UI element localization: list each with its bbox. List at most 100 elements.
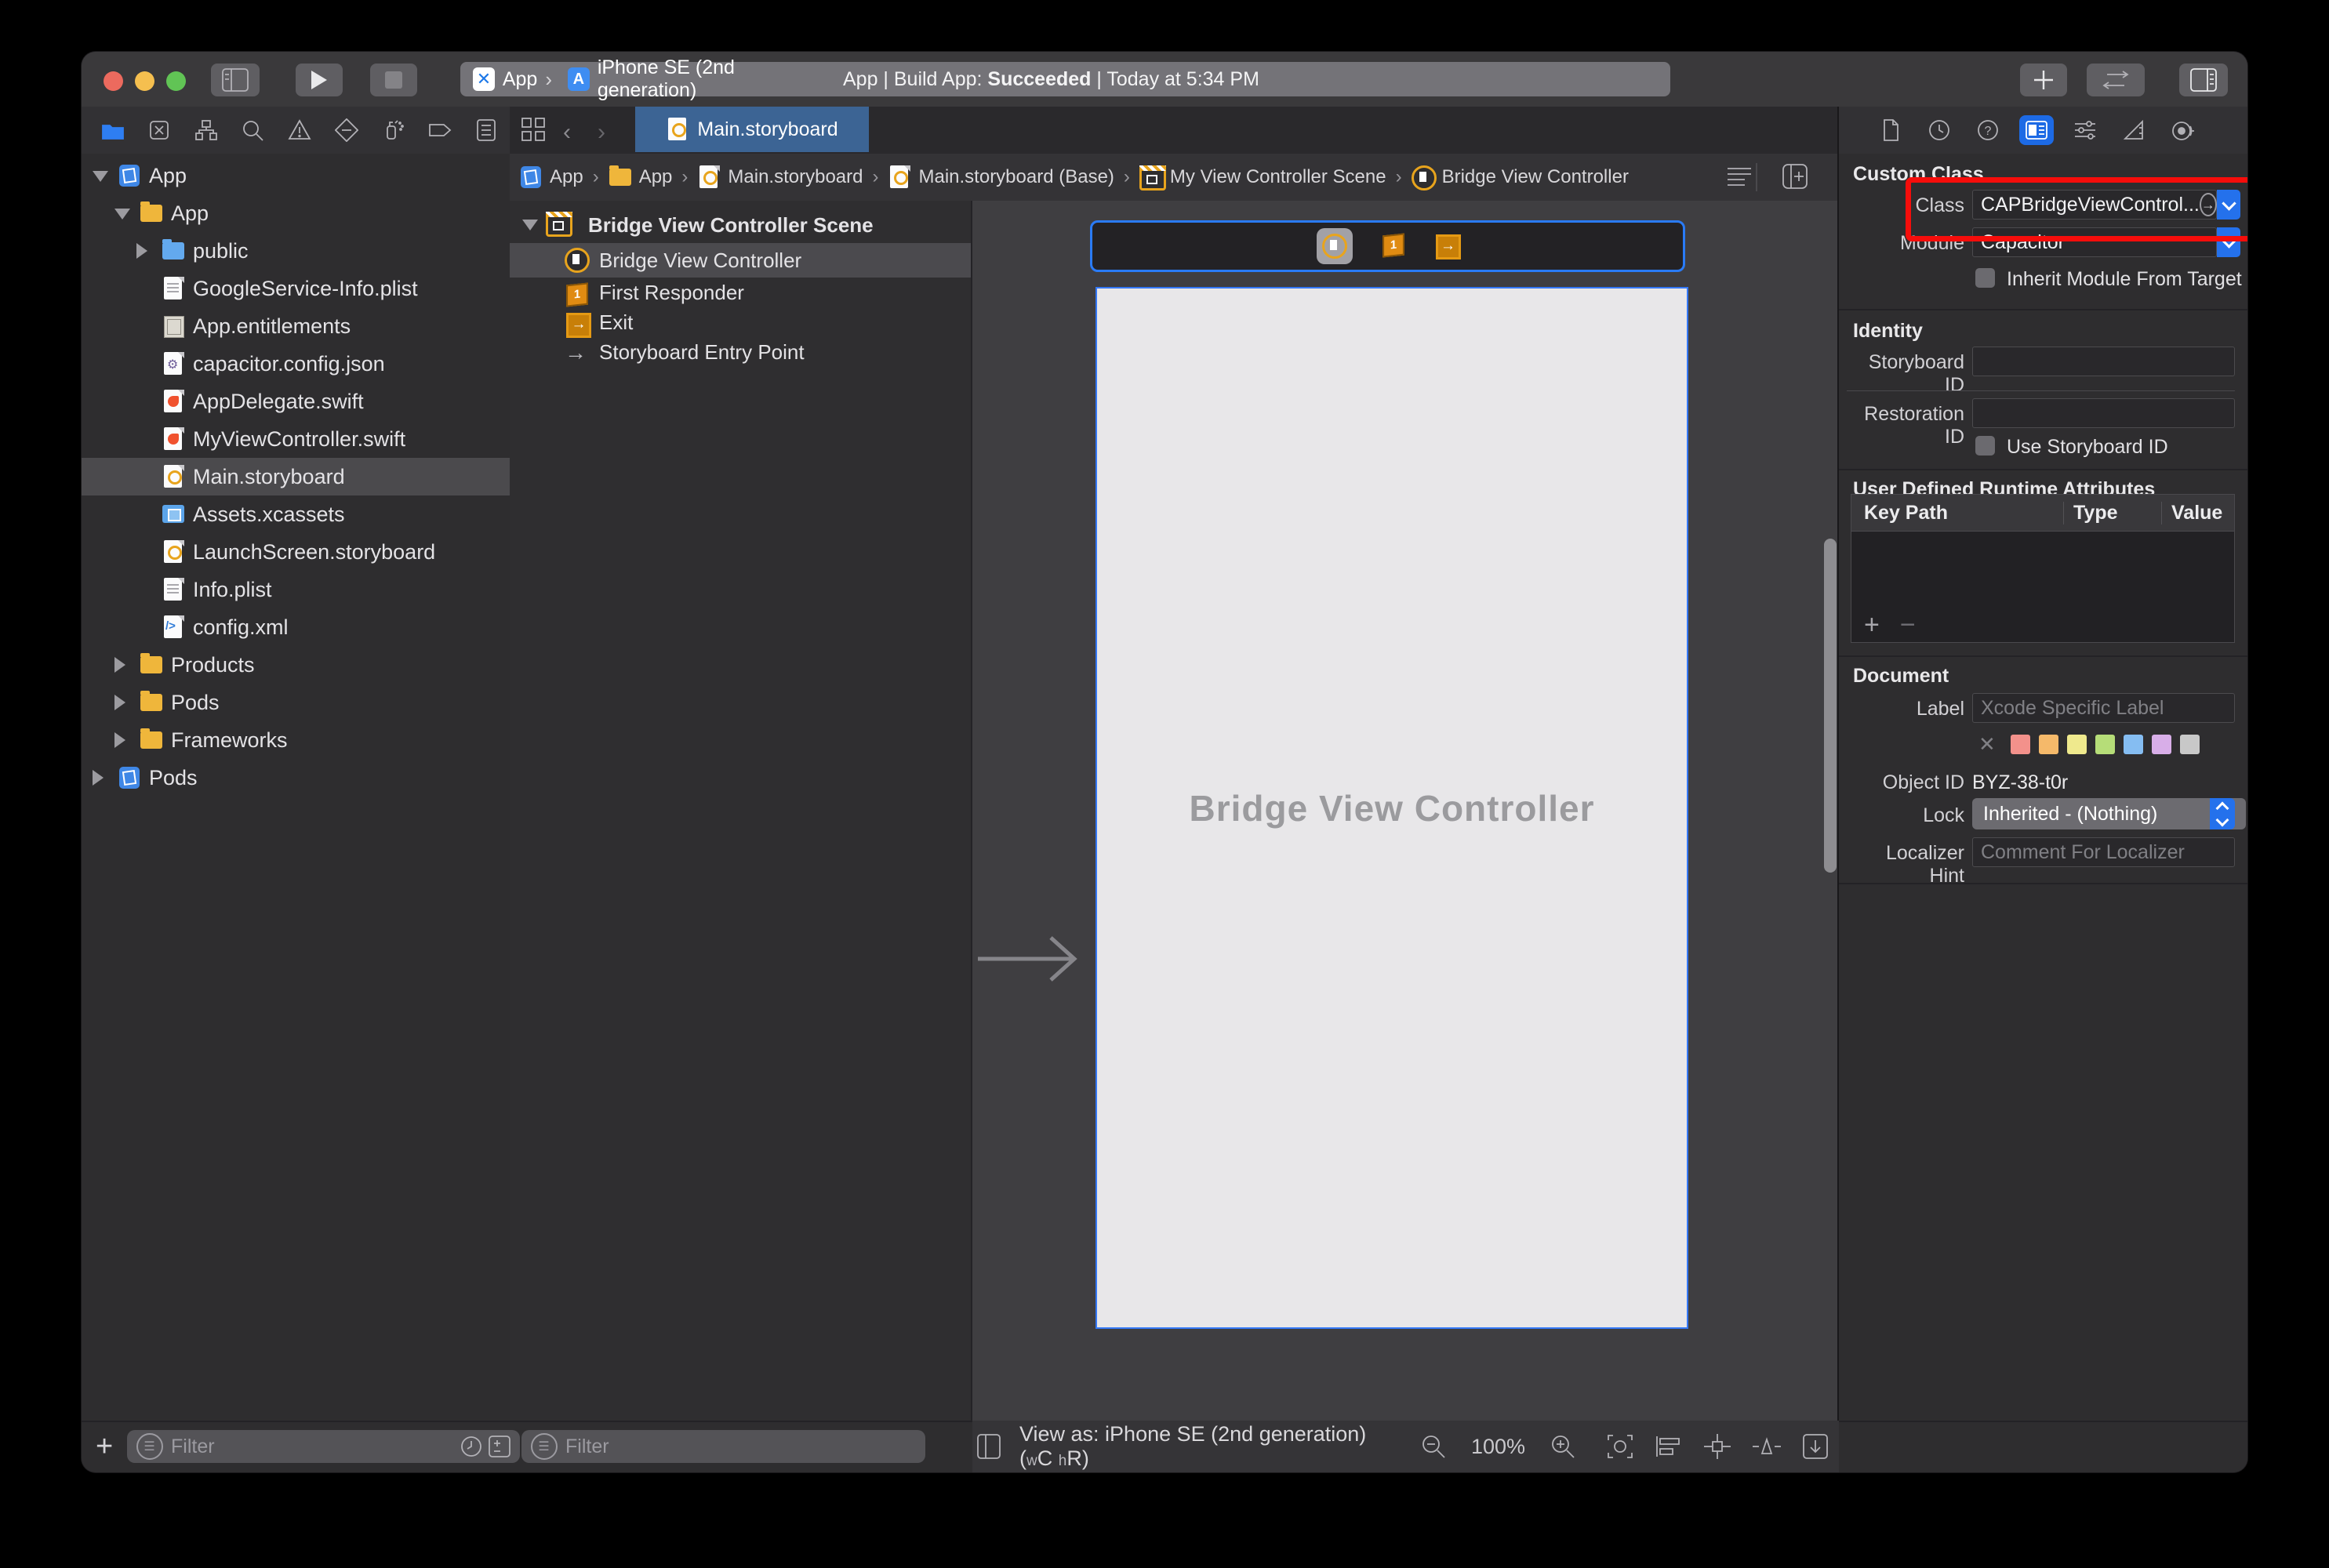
file-row-assets-xcassets[interactable]: Assets.xcassets bbox=[82, 495, 510, 533]
file-row-pods[interactable]: Pods bbox=[82, 684, 510, 721]
navigator-tab-project-navigator[interactable] bbox=[89, 108, 136, 152]
breadcrumb-item-main-storyboard[interactable]: Main.storyboard bbox=[697, 165, 863, 189]
storyboard-entry-point-arrow[interactable] bbox=[974, 931, 1099, 986]
adjust-variants-button[interactable] bbox=[1607, 1434, 1633, 1459]
lock-stepper[interactable] bbox=[2210, 798, 2235, 829]
swatch-none[interactable]: ✕ bbox=[1978, 732, 1996, 757]
navigator-tab-symbol-navigator[interactable] bbox=[183, 108, 230, 152]
dock-view-controller-icon[interactable] bbox=[1317, 228, 1353, 264]
inspector-tab-quick-help-inspector[interactable]: ? bbox=[1971, 108, 2005, 152]
swatch-1[interactable] bbox=[2039, 735, 2058, 754]
use-storyboard-id-checkbox[interactable] bbox=[1975, 436, 1995, 456]
file-row-launchscreen-storyboard[interactable]: LaunchScreen.storyboard bbox=[82, 533, 510, 571]
zoom-in-button[interactable] bbox=[1550, 1434, 1575, 1459]
file-row-googleservice-info-plist[interactable]: GoogleService-Info.plist bbox=[82, 270, 510, 307]
outline-toggle-button[interactable] bbox=[977, 1434, 1001, 1459]
dock-exit-icon[interactable]: → bbox=[1436, 234, 1459, 258]
inspector-tab-history-inspector[interactable] bbox=[1922, 108, 1957, 152]
recent-files-icon[interactable] bbox=[460, 1436, 482, 1457]
swatch-3[interactable] bbox=[2095, 735, 2115, 754]
file-row-app[interactable]: App bbox=[82, 157, 510, 194]
file-row-products[interactable]: Products bbox=[82, 646, 510, 684]
outline-row-storyboard-entry-point[interactable]: →Storyboard Entry Point bbox=[510, 337, 972, 367]
navigator-tab-issue-navigator[interactable] bbox=[276, 108, 323, 152]
swatch-0[interactable] bbox=[2011, 735, 2030, 754]
file-row-app-entitlements[interactable]: App.entitlements bbox=[82, 307, 510, 345]
zoom-out-button[interactable] bbox=[1421, 1434, 1446, 1459]
editor-options-button[interactable] bbox=[1726, 165, 1753, 194]
outline-row-exit[interactable]: →Exit bbox=[510, 307, 972, 337]
back-button[interactable]: ‹ bbox=[563, 119, 571, 146]
zoom-level[interactable]: 100% bbox=[1471, 1435, 1525, 1459]
breadcrumb-item-my-view-controller-scene[interactable]: My View Controller Scene bbox=[1139, 165, 1386, 189]
navigator-tab-test-navigator[interactable] bbox=[323, 108, 370, 152]
breadcrumb-item-app[interactable]: App bbox=[609, 165, 673, 189]
lock-popup[interactable]: Inherited - (Nothing) bbox=[1972, 798, 2246, 829]
inspector-tab-identity-inspector[interactable] bbox=[2019, 108, 2054, 152]
navigator-tab-breakpoint-navigator[interactable] bbox=[416, 108, 463, 152]
restoration-id-field[interactable] bbox=[1972, 398, 2235, 428]
add-file-button[interactable]: + bbox=[96, 1432, 113, 1461]
file-row-info-plist[interactable]: Info.plist bbox=[82, 571, 510, 608]
file-row-public[interactable]: public bbox=[82, 232, 510, 270]
swatch-5[interactable] bbox=[2152, 735, 2171, 754]
scheme-selector[interactable]: ✕ App › A iPhone SE (2nd generation) bbox=[460, 62, 834, 96]
swatch-2[interactable] bbox=[2067, 735, 2087, 754]
embed-button[interactable] bbox=[1803, 1434, 1828, 1459]
disclosure-right-icon[interactable] bbox=[114, 695, 125, 710]
minimize-button[interactable] bbox=[135, 71, 154, 91]
version-editor-button[interactable] bbox=[2087, 64, 2145, 96]
file-row-app[interactable]: App bbox=[82, 194, 510, 232]
swatch-4[interactable] bbox=[2124, 735, 2143, 754]
source-control-filter-icon[interactable] bbox=[489, 1436, 510, 1457]
file-row-pods[interactable]: Pods bbox=[82, 759, 510, 797]
disclosure-right-icon[interactable] bbox=[114, 732, 125, 748]
remove-attribute-button[interactable]: − bbox=[1900, 610, 1916, 641]
outline-filter-field[interactable]: ☰ Filter bbox=[521, 1430, 925, 1463]
file-row-config-xml[interactable]: />config.xml bbox=[82, 608, 510, 646]
navigator-tab-report-navigator[interactable] bbox=[463, 108, 510, 152]
view-as-text[interactable]: View as: iPhone SE (2nd generation) (wC … bbox=[1019, 1422, 1394, 1471]
add-constraints-button[interactable] bbox=[1704, 1434, 1731, 1459]
file-row-appdelegate-swift[interactable]: AppDelegate.swift bbox=[82, 383, 510, 420]
resolve-autolayout-button[interactable] bbox=[1753, 1435, 1781, 1458]
storyboard-id-field[interactable] bbox=[1972, 347, 2235, 376]
close-button[interactable] bbox=[104, 71, 123, 91]
document-label-field[interactable]: Xcode Specific Label bbox=[1972, 693, 2235, 723]
breadcrumb-item-bridge-view-controller[interactable]: Bridge View Controller bbox=[1412, 165, 1629, 189]
inspector-tab-size-inspector[interactable] bbox=[2116, 108, 2151, 152]
disclosure-right-icon[interactable] bbox=[93, 770, 104, 786]
inspector-tab-file-inspector[interactable] bbox=[1873, 108, 1908, 152]
breadcrumb-item-main-storyboard-base-[interactable]: Main.storyboard (Base) bbox=[888, 165, 1114, 189]
forward-button[interactable]: › bbox=[598, 119, 605, 146]
navigator-tab-debug-navigator[interactable] bbox=[369, 108, 416, 152]
disclosure-right-icon[interactable] bbox=[136, 243, 147, 259]
file-row-myviewcontroller-swift[interactable]: MyViewController.swift bbox=[82, 420, 510, 458]
file-row-capacitor-config-json[interactable]: ⚙capacitor.config.json bbox=[82, 345, 510, 383]
add-editor-button[interactable] bbox=[1782, 164, 1808, 194]
zoom-button[interactable] bbox=[166, 71, 186, 91]
file-row-frameworks[interactable]: Frameworks bbox=[82, 721, 510, 759]
related-items-button[interactable] bbox=[521, 117, 546, 146]
inspector-tab-connections-inspector[interactable] bbox=[2165, 108, 2200, 152]
breadcrumb-item-app[interactable]: App bbox=[519, 165, 583, 189]
run-button[interactable] bbox=[296, 64, 343, 96]
localizer-hint-field[interactable]: Comment For Localizer bbox=[1972, 837, 2235, 867]
canvas-scrollbar[interactable] bbox=[1824, 539, 1837, 873]
swatch-6[interactable] bbox=[2180, 735, 2200, 754]
outline-row-first-responder[interactable]: 1First Responder bbox=[510, 278, 972, 307]
disclosure-down-icon[interactable] bbox=[93, 171, 108, 182]
disclosure-down-icon[interactable] bbox=[114, 209, 130, 220]
navigator-filter-field[interactable]: ☰ Filter bbox=[127, 1430, 520, 1463]
outline-row-bridge-view-controller-scene[interactable]: Bridge View Controller Scene bbox=[510, 207, 972, 243]
navigator-toggle-button[interactable] bbox=[211, 64, 260, 96]
stop-button[interactable] bbox=[370, 64, 417, 96]
inspector-tab-attributes-inspector[interactable] bbox=[2068, 108, 2102, 152]
disclosure-down-icon[interactable] bbox=[522, 220, 538, 230]
bridge-view-controller-view[interactable]: Bridge View Controller bbox=[1095, 287, 1688, 1329]
navigator-tab-find-navigator[interactable] bbox=[230, 108, 277, 152]
dock-first-responder-icon[interactable]: 1 bbox=[1383, 234, 1406, 258]
disclosure-right-icon[interactable] bbox=[114, 657, 125, 673]
library-button[interactable] bbox=[2020, 64, 2067, 96]
add-attribute-button[interactable]: + bbox=[1864, 610, 1880, 641]
